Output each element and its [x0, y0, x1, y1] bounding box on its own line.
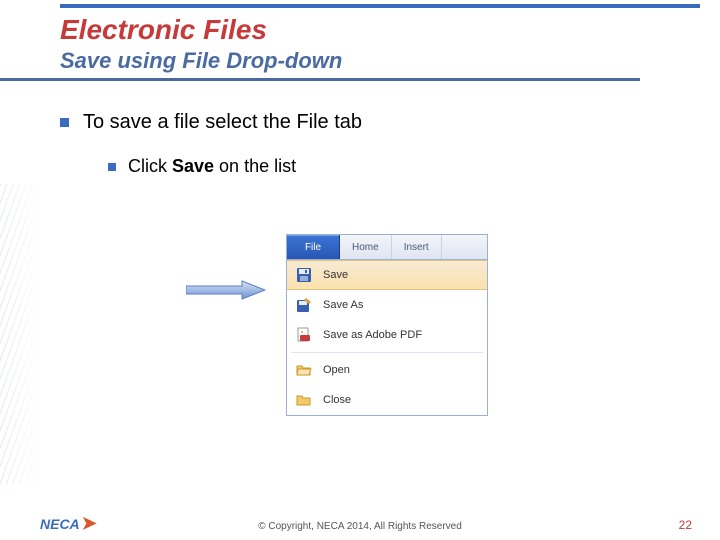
- bullet-square-icon: [60, 118, 69, 127]
- menu-label-saveas: Save As: [323, 299, 363, 311]
- menu-label-close: Close: [323, 394, 351, 406]
- content-area: To save a file select the File tab Click…: [0, 81, 720, 177]
- home-tab[interactable]: Home: [340, 235, 392, 259]
- bullet-level-2: Click Save on the list: [108, 156, 720, 177]
- decorative-lines: [0, 184, 40, 484]
- menu-item-open[interactable]: Open: [287, 355, 487, 385]
- menu-item-saveas[interactable]: Save As: [287, 290, 487, 320]
- pdf-icon: [295, 326, 313, 344]
- slide: Electronic Files Save using File Drop-do…: [0, 4, 720, 540]
- bullet-2-pre: Click: [128, 156, 172, 176]
- open-folder-icon: [295, 361, 313, 379]
- file-menu-panel: Save Save As: [286, 260, 488, 416]
- bullet-1-text: To save a file select the File tab: [83, 111, 362, 134]
- menu-item-close[interactable]: Close: [287, 385, 487, 415]
- menu-label-savepdf: Save as Adobe PDF: [323, 329, 422, 341]
- menu-item-save[interactable]: Save: [287, 260, 487, 290]
- menu-separator: [291, 352, 483, 353]
- menu-label-open: Open: [323, 364, 350, 376]
- save-as-icon: [295, 296, 313, 314]
- save-icon: [295, 266, 313, 284]
- file-tab[interactable]: File: [287, 235, 340, 259]
- slide-subtitle: Save using File Drop-down: [0, 46, 640, 81]
- insert-tab[interactable]: Insert: [392, 235, 442, 259]
- close-folder-icon: [295, 391, 313, 409]
- bullet-square-icon: [108, 163, 116, 171]
- menu-item-savepdf[interactable]: Save as Adobe PDF: [287, 320, 487, 350]
- bullet-level-1: To save a file select the File tab: [60, 111, 720, 134]
- ribbon-bar: File Home Insert: [286, 234, 488, 260]
- footer-copyright: © Copyright, NECA 2014, All Rights Reser…: [0, 521, 720, 532]
- bullet-2-post: on the list: [214, 156, 296, 176]
- file-menu-screenshot: File Home Insert Save: [286, 234, 488, 416]
- pointer-arrow-icon: [186, 280, 266, 305]
- menu-label-save: Save: [323, 269, 348, 281]
- slide-title: Electronic Files: [0, 8, 720, 46]
- bullet-2-bold: Save: [172, 156, 214, 176]
- page-number: 22: [679, 518, 692, 532]
- bullet-2-text: Click Save on the list: [128, 156, 296, 177]
